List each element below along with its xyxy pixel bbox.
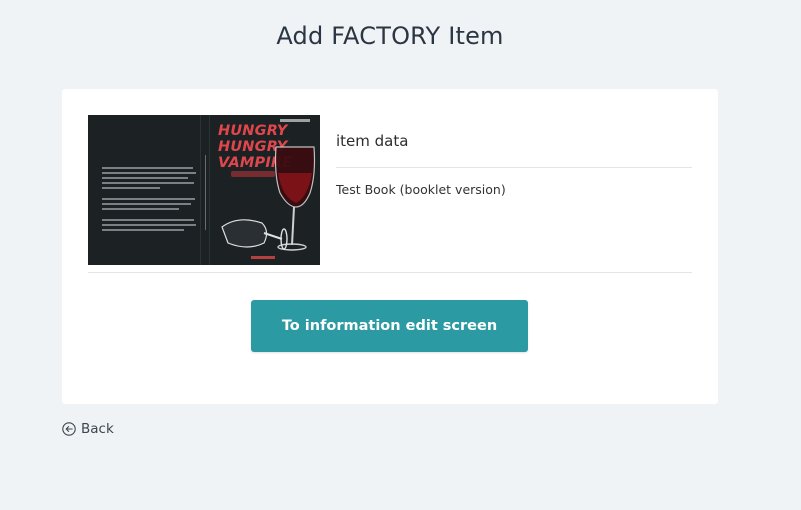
back-label: Back xyxy=(81,421,114,437)
page-title: Add FACTORY Item xyxy=(276,22,504,50)
item-row: HUNGRY HUNGRY VAMPIRE item data Test Boo… xyxy=(88,115,692,273)
cover-back-text xyxy=(102,167,198,234)
cover-author xyxy=(251,256,275,259)
item-data-heading: item data xyxy=(336,132,409,150)
cover-tag xyxy=(280,119,310,122)
arrow-left-circle-icon xyxy=(62,422,76,436)
wine-glass-illustration xyxy=(221,146,316,251)
item-card: HUNGRY HUNGRY VAMPIRE item data Test Boo… xyxy=(62,89,718,404)
book-cover-image: HUNGRY HUNGRY VAMPIRE xyxy=(88,115,320,265)
item-name: Test Book (booklet version) xyxy=(336,182,506,197)
back-link[interactable]: Back xyxy=(62,419,114,439)
item-divider xyxy=(336,167,692,168)
edit-information-button[interactable]: To information edit screen xyxy=(251,300,528,352)
